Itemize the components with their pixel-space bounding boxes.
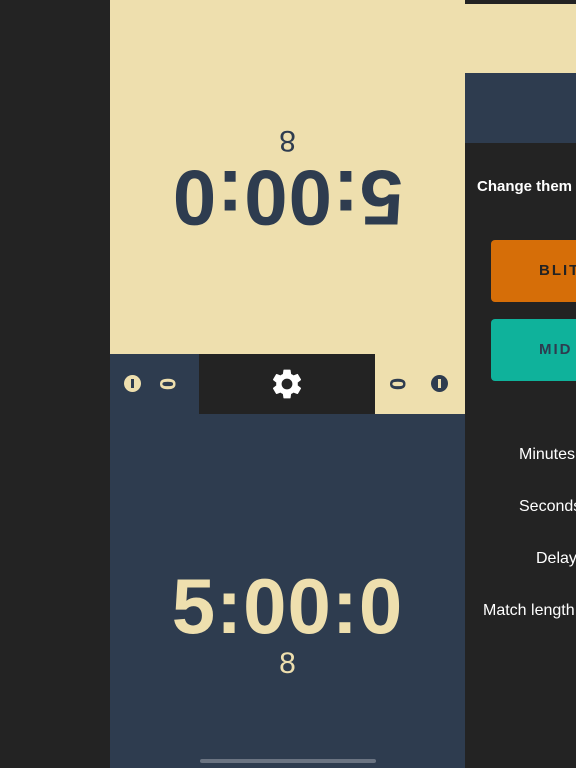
- settings-panel: Change them BLIT MID Minutes Seconds Del…: [465, 0, 576, 768]
- pause-icon[interactable]: [124, 375, 141, 392]
- top-player-tenths: 8: [279, 124, 296, 157]
- gear-icon: [272, 369, 302, 399]
- settings-button[interactable]: [269, 366, 305, 402]
- theme-blitz-label: BLIT: [539, 262, 576, 279]
- bottom-player-status: 0: [110, 354, 199, 414]
- change-theme-label: Change them: [477, 178, 573, 195]
- settings-preview-strip: [465, 4, 576, 73]
- minutes-label: Minutes: [519, 446, 576, 463]
- bottom-player-time-group: 5:00:0 8: [110, 564, 465, 694]
- bottom-player-tenths: 8: [279, 647, 296, 680]
- bottom-player-move-count: 0: [155, 377, 181, 391]
- bottom-player-clock[interactable]: 5:00:0 8: [110, 414, 465, 768]
- home-indicator[interactable]: [200, 759, 376, 763]
- seconds-label: Seconds: [519, 498, 576, 515]
- top-player-clock[interactable]: 5:00:0 8: [110, 0, 465, 354]
- pause-icon[interactable]: [431, 375, 448, 392]
- bottom-player-time: 5:00:0: [171, 562, 404, 650]
- app-screen: 5:00:0 8 0 0 5:00:0 8 Change them BLIT M…: [0, 0, 576, 768]
- settings-header: [465, 73, 576, 143]
- match-length-label: Match length: [483, 602, 575, 619]
- top-player-status: 0: [375, 354, 465, 414]
- theme-blitz-button[interactable]: BLIT: [491, 240, 576, 302]
- delay-label: Delay: [536, 550, 576, 567]
- control-bar: 0 0: [110, 354, 465, 414]
- chess-clock: 5:00:0 8 0 0 5:00:0 8: [110, 0, 465, 768]
- top-player-time-group: 5:00:0 8: [110, 110, 465, 242]
- top-player-move-count: 0: [385, 377, 411, 391]
- theme-mid-label: MID: [539, 341, 573, 358]
- theme-mid-button[interactable]: MID: [491, 319, 576, 381]
- top-player-time: 5:00:0: [171, 154, 404, 242]
- settings-area: [199, 354, 375, 414]
